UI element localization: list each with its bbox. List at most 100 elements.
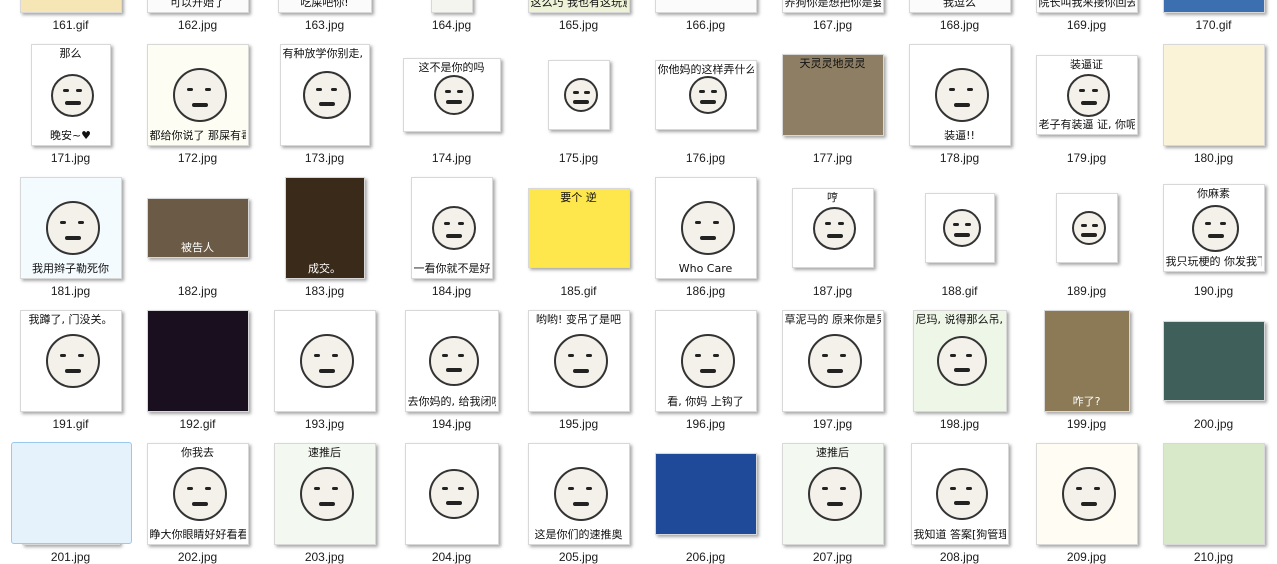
image-thumbnail[interactable]: 养狗你是想把你是要想了 [781, 0, 884, 13]
file-name-label[interactable]: 170.gif [1150, 18, 1277, 32]
file-name-label[interactable]: 166.jpg [642, 18, 769, 32]
file-item[interactable]: 速推后 207.jpg [769, 443, 896, 564]
file-item[interactable]: 这不是你的吗 174.jpg [388, 45, 515, 165]
image-thumbnail[interactable]: 装逼!! [908, 44, 1011, 146]
file-name-label[interactable]: 200.jpg [1150, 417, 1277, 431]
image-thumbnail[interactable]: 你麻素我只玩梗的 你发我下集 [1162, 184, 1265, 272]
file-name-label[interactable]: 161.gif [7, 18, 134, 32]
file-item[interactable]: 养狗你是想把你是要想了 167.jpg [769, 0, 896, 32]
file-name-label[interactable]: 175.jpg [515, 151, 642, 165]
file-item[interactable]: Who Care 186.jpg [642, 177, 769, 298]
image-thumbnail[interactable]: 你我去 睁大你眼睛好好看看 [146, 443, 249, 545]
file-name-label[interactable]: 162.jpg [134, 18, 261, 32]
file-item[interactable]: 哟哟! 变吊了是吧 195.jpg [515, 310, 642, 431]
file-item[interactable]: 速推后 203.jpg [261, 443, 388, 564]
file-item[interactable]: 210.jpg [1150, 443, 1277, 564]
image-thumbnail[interactable] [654, 453, 757, 535]
image-thumbnail[interactable]: 看, 你妈 上钩了 [654, 310, 757, 412]
image-thumbnail[interactable]: 哟哟! 变吊了是吧 [527, 310, 630, 412]
file-item[interactable]: 这么巧 我也有这玩意儿 165.jpg [515, 0, 642, 32]
image-thumbnail[interactable] [1162, 0, 1265, 13]
image-thumbnail[interactable]: 草泥马的 原来你是男的 [781, 310, 884, 412]
image-thumbnail[interactable]: 被告人 [146, 198, 249, 258]
image-thumbnail[interactable]: 尼玛, 说得那么吊, 不知道是不是真的 [912, 310, 1007, 412]
file-name-label[interactable]: 173.jpg [261, 151, 388, 165]
file-name-label[interactable]: 198.jpg [896, 417, 1023, 431]
file-name-label[interactable]: 169.jpg [1023, 18, 1150, 32]
image-thumbnail[interactable] [19, 0, 122, 13]
file-name-label[interactable]: 206.jpg [642, 550, 769, 564]
file-item[interactable]: 170.gif [1150, 0, 1277, 32]
file-item[interactable]: 我知道 答案[狗管理] 208.jpg [896, 443, 1023, 564]
file-item[interactable]: 189.jpg [1023, 178, 1150, 298]
image-thumbnail[interactable]: 速推后 [273, 443, 376, 545]
file-item[interactable]: 那么 晚安~♥ 171.jpg [7, 44, 134, 165]
file-name-label[interactable]: 190.jpg [1150, 284, 1277, 298]
file-name-label[interactable]: 193.jpg [261, 417, 388, 431]
file-item[interactable]: 209.jpg [1023, 443, 1150, 564]
file-name-label[interactable]: 196.jpg [642, 417, 769, 431]
file-item[interactable]: 180.jpg [1150, 44, 1277, 165]
file-name-label[interactable]: 197.jpg [769, 417, 896, 431]
image-thumbnail[interactable]: 都给你说了 那屎有毒 你非得吃 [146, 44, 249, 146]
image-thumbnail[interactable]: 哼 [791, 188, 874, 268]
file-item[interactable]: 尼玛, 说得那么吊, 不知道是不是真的 198.jpg [896, 310, 1023, 431]
file-name-label[interactable]: 179.jpg [1023, 151, 1150, 165]
file-name-label[interactable]: 167.jpg [769, 18, 896, 32]
file-item[interactable]: 我逗么 168.jpg [896, 0, 1023, 32]
image-thumbnail[interactable]: 一看你就不是好东西 [410, 177, 493, 279]
file-item[interactable]: 175.jpg [515, 45, 642, 165]
file-item[interactable]: 一看你就不是好东西 184.jpg [388, 177, 515, 298]
file-name-label[interactable]: 195.jpg [515, 417, 642, 431]
file-name-label[interactable]: 183.jpg [261, 284, 388, 298]
file-item[interactable]: 200.jpg [1150, 311, 1277, 431]
image-thumbnail[interactable] [1162, 321, 1265, 401]
image-thumbnail[interactable] [1035, 443, 1138, 545]
image-thumbnail[interactable] [924, 193, 995, 263]
image-thumbnail[interactable] [654, 0, 757, 13]
image-thumbnail[interactable]: 我蹲了, 门没关。 [19, 310, 122, 412]
image-thumbnail[interactable] [430, 0, 473, 13]
file-item[interactable]: 我蹲了, 门没关。 191.gif [7, 310, 134, 431]
file-item[interactable]: 164.jpg [388, 0, 515, 32]
image-thumbnail[interactable] [1162, 443, 1265, 545]
file-name-label[interactable]: 191.gif [7, 417, 134, 431]
file-item[interactable]: 成交。 183.jpg [261, 177, 388, 298]
file-item[interactable]: 188.gif [896, 178, 1023, 298]
image-thumbnail[interactable]: 我用辫子勒死你 [19, 177, 122, 279]
file-name-label[interactable]: 163.jpg [261, 18, 388, 32]
image-thumbnail[interactable]: 这么巧 我也有这玩意儿 [527, 0, 630, 13]
file-name-label[interactable]: 168.jpg [896, 18, 1023, 32]
image-thumbnail[interactable]: Who Care [654, 177, 757, 279]
file-item[interactable]: 草泥马的 原来你是男的 197.jpg [769, 310, 896, 431]
file-name-label[interactable]: 164.jpg [388, 18, 515, 32]
file-item[interactable]: 院长叫我来接你回去 169.jpg [1023, 0, 1150, 32]
image-thumbnail[interactable]: 咋了? [1043, 310, 1130, 412]
file-item[interactable]: 206.jpg [642, 444, 769, 564]
file-item[interactable]: 要个 逆 185.gif [515, 178, 642, 298]
file-item[interactable]: 装逼证 老子有装逼 证, 你呢? 179.jpg [1023, 45, 1150, 165]
file-name-label[interactable]: 202.jpg [134, 550, 261, 564]
file-item[interactable]: 166.jpg [642, 0, 769, 32]
image-thumbnail[interactable] [1055, 193, 1118, 263]
image-thumbnail[interactable]: 我逗么 [908, 0, 1011, 13]
file-name-label[interactable]: 189.jpg [1023, 284, 1150, 298]
image-thumbnail[interactable] [547, 60, 610, 130]
file-name-label[interactable]: 204.jpg [388, 550, 515, 564]
image-thumbnail[interactable] [404, 443, 499, 545]
file-name-label[interactable]: 180.jpg [1150, 151, 1277, 165]
file-item[interactable]: 咋了? 199.jpg [1023, 310, 1150, 431]
image-thumbnail[interactable] [273, 310, 376, 412]
file-item[interactable]: 哼 187.jpg [769, 178, 896, 298]
image-thumbnail[interactable]: 去你妈的, 给我闭嘴 [404, 310, 499, 412]
image-thumbnail[interactable] [1162, 44, 1265, 146]
file-name-label[interactable]: 205.jpg [515, 550, 642, 564]
file-item[interactable]: 天灵灵地灵灵 177.jpg [769, 45, 896, 165]
image-thumbnail[interactable]: 成交。 [284, 177, 365, 279]
file-name-label[interactable]: 171.jpg [7, 151, 134, 165]
file-name-label[interactable]: 181.jpg [7, 284, 134, 298]
file-name-label[interactable]: 178.jpg [896, 151, 1023, 165]
file-name-label[interactable]: 165.jpg [515, 18, 642, 32]
image-thumbnail[interactable] [146, 310, 249, 412]
file-item[interactable]: 193.jpg [261, 310, 388, 431]
